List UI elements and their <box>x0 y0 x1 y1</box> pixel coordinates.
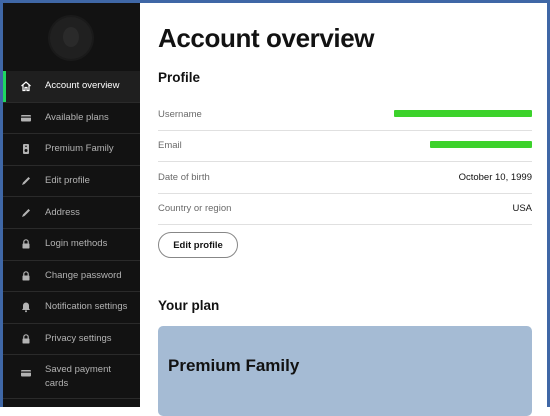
sidebar-item-notification-settings[interactable]: Notification settings <box>3 292 140 324</box>
row-value: USA <box>512 203 532 215</box>
profile-row-username: Username <box>158 99 532 131</box>
row-label: Username <box>158 108 202 120</box>
profile-row-email: Email <box>158 131 532 162</box>
sidebar-item-label: Login methods <box>45 238 108 250</box>
pen-icon <box>20 175 32 187</box>
row-label: Email <box>158 140 182 152</box>
bell-icon <box>20 301 32 313</box>
sidebar-item-label: Account overview <box>45 80 120 92</box>
card-icon <box>20 112 32 124</box>
sidebar-item-change-password[interactable]: Change password <box>3 261 140 293</box>
sidebar-item-edit-profile[interactable]: Edit profile <box>3 166 140 198</box>
profile-row-date-of-birth: Date of birth October 10, 1999 <box>158 162 532 194</box>
plan-card: Premium Family <box>158 326 532 416</box>
sidebar-item-label: Saved payment cards <box>45 364 112 390</box>
sidebar-item-label: Edit profile <box>45 175 90 187</box>
sidebar-item-account-overview[interactable]: Account overview <box>3 71 140 103</box>
plan-name: Premium Family <box>168 356 300 375</box>
lock-icon <box>20 333 32 345</box>
sidebar-item-login-methods[interactable]: Login methods <box>3 229 140 261</box>
profile-table: Username Email Date of birth October 10,… <box>158 99 532 225</box>
redaction-mark <box>430 141 532 149</box>
account-sidebar: Account overview Available plans Premium… <box>3 3 140 407</box>
sidebar-item-premium-family[interactable]: Premium Family <box>3 134 140 166</box>
email-value <box>430 140 532 151</box>
profile-row-country: Country or region USA <box>158 194 532 225</box>
page-title: Account overview <box>158 23 375 53</box>
sidebar-item-label: Address <box>45 206 80 218</box>
sidebar-item-privacy-settings[interactable]: Privacy settings <box>3 324 140 356</box>
redaction-mark <box>394 109 532 117</box>
sidebar-item-label: Available plans <box>45 111 109 123</box>
plan-heading: Your plan <box>158 298 220 313</box>
row-label: Date of birth <box>158 171 210 183</box>
sidebar-item-label: Privacy settings <box>45 333 112 345</box>
home-icon <box>20 80 32 92</box>
sidebar-item-address[interactable]: Address <box>3 197 140 229</box>
card-icon <box>20 367 32 379</box>
row-value: October 10, 1999 <box>458 171 532 183</box>
speaker-icon <box>20 143 32 155</box>
edit-profile-button[interactable]: Edit profile <box>158 232 238 258</box>
pen-icon <box>20 207 32 219</box>
main-content: Account overview Profile Username Email … <box>140 3 547 416</box>
username-value <box>394 109 532 120</box>
sidebar-item-saved-payment-cards[interactable]: Saved payment cards <box>3 355 140 400</box>
sidebar-item-label: Change password <box>45 269 122 281</box>
sidebar-item-label: Notification settings <box>45 301 128 313</box>
sidebar-item-available-plans[interactable]: Available plans <box>3 103 140 135</box>
profile-heading: Profile <box>158 70 201 85</box>
sidebar-nav: Account overview Available plans Premium… <box>3 71 140 400</box>
lock-icon <box>20 270 32 282</box>
lock-icon <box>20 238 32 250</box>
avatar[interactable] <box>50 17 92 59</box>
sidebar-item-label: Premium Family <box>45 143 114 155</box>
row-label: Country or region <box>158 203 232 215</box>
